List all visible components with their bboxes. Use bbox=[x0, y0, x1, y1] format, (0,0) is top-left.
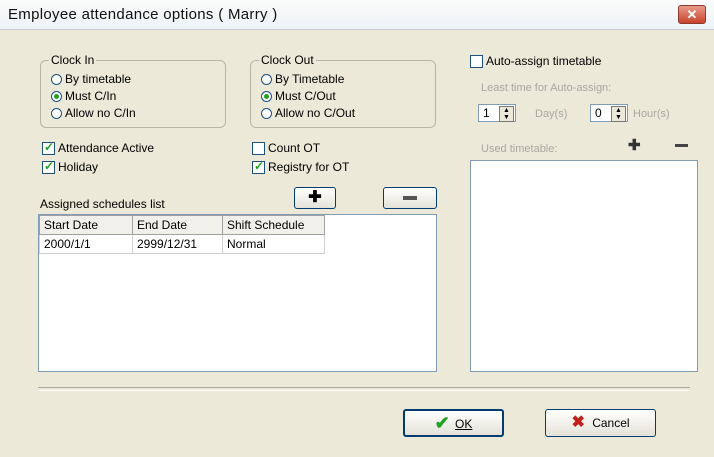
ok-label: OK bbox=[455, 417, 473, 431]
table-cell: 2000/1/1 bbox=[39, 234, 133, 254]
schedules-title: Assigned schedules list bbox=[40, 197, 165, 211]
checkbox-label: Auto-assign timetable bbox=[486, 54, 602, 68]
radio-label: Allow no C/In bbox=[65, 106, 136, 120]
cancel-button[interactable]: ✖ Cancel bbox=[545, 409, 656, 437]
plus-icon[interactable]: ✚ bbox=[628, 136, 641, 154]
checkbox[interactable] bbox=[470, 54, 483, 68]
least-time-label: Least time for Auto-assign: bbox=[481, 82, 612, 94]
hour-unit: Hour(s) bbox=[633, 108, 670, 120]
checkbox-label: Registry for OT bbox=[268, 160, 350, 174]
window-title: Employee attendance options ( Marry ) bbox=[8, 6, 278, 23]
table-header-row: Start Date End Date Shift Schedule bbox=[39, 215, 325, 235]
title-bar: Employee attendance options ( Marry ) ✕ bbox=[0, 0, 714, 30]
table-row[interactable]: 2000/1/1 2999/12/31 Normal bbox=[39, 234, 325, 254]
used-timetable-list[interactable] bbox=[470, 160, 698, 372]
table-cell: Normal bbox=[222, 234, 325, 254]
close-icon: ✕ bbox=[686, 7, 698, 22]
dialog-body: Clock In By timetable Must C/In Allow no… bbox=[0, 30, 714, 457]
hour-spinner[interactable]: 0 ▲ ▼ bbox=[590, 104, 628, 122]
day-unit: Day(s) bbox=[535, 108, 568, 120]
column-header[interactable]: End Date bbox=[132, 215, 223, 235]
checkbox-label: Count OT bbox=[268, 141, 321, 155]
clock-out-must[interactable]: Must C/Out bbox=[261, 88, 336, 104]
ok-button[interactable]: ✔ OK bbox=[403, 409, 504, 437]
x-icon: ✖ bbox=[571, 414, 585, 431]
add-schedule-button[interactable]: ✚ bbox=[294, 187, 336, 209]
clock-out-legend: Clock Out bbox=[259, 53, 316, 67]
checkbox[interactable] bbox=[42, 159, 55, 174]
separator bbox=[38, 387, 690, 391]
used-timetable-label: Used timetable: bbox=[481, 143, 558, 155]
auto-assign-checkbox[interactable]: Auto-assign timetable bbox=[470, 53, 601, 69]
radio-label: By timetable bbox=[65, 72, 132, 86]
minus-icon[interactable] bbox=[675, 144, 688, 147]
radio-button[interactable] bbox=[261, 107, 272, 119]
schedules-table-panel[interactable]: Start Date End Date Shift Schedule 2000/… bbox=[38, 214, 437, 372]
clock-in-allow-no[interactable]: Allow no C/In bbox=[51, 105, 136, 121]
clock-out-allow-no[interactable]: Allow no C/Out bbox=[261, 105, 355, 121]
registry-ot-checkbox[interactable]: Registry for OT bbox=[252, 159, 349, 175]
spinner-arrows-icon[interactable]: ▲ ▼ bbox=[611, 106, 626, 122]
checkbox[interactable] bbox=[42, 140, 55, 155]
day-value: 1 bbox=[483, 106, 490, 120]
clock-out-by-timetable[interactable]: By Timetable bbox=[261, 71, 344, 87]
cancel-label: Cancel bbox=[592, 416, 630, 430]
schedules-table: Start Date End Date Shift Schedule 2000/… bbox=[39, 215, 325, 254]
clock-in-group: Clock In By timetable Must C/In Allow no… bbox=[40, 53, 226, 128]
check-icon: ✔ bbox=[434, 413, 450, 433]
radio-label: Must C/Out bbox=[275, 89, 336, 103]
clock-out-group: Clock Out By Timetable Must C/Out Allow … bbox=[250, 53, 436, 128]
table-cell: 2999/12/31 bbox=[132, 234, 223, 254]
checkbox[interactable] bbox=[252, 141, 265, 155]
radio-button[interactable] bbox=[51, 90, 62, 102]
minus-icon bbox=[403, 196, 417, 200]
day-spinner[interactable]: 1 ▲ ▼ bbox=[478, 104, 516, 122]
spinner-arrows-icon[interactable]: ▲ ▼ bbox=[499, 106, 514, 122]
holiday-checkbox[interactable]: Holiday bbox=[42, 159, 98, 175]
clock-in-must[interactable]: Must C/In bbox=[51, 88, 116, 104]
radio-button[interactable] bbox=[261, 90, 272, 102]
close-button[interactable]: ✕ bbox=[678, 5, 706, 24]
checkbox-label: Attendance Active bbox=[58, 141, 155, 155]
radio-label: Allow no C/Out bbox=[275, 106, 356, 120]
radio-button[interactable] bbox=[51, 107, 62, 119]
plus-icon: ✚ bbox=[308, 189, 322, 206]
radio-button[interactable] bbox=[51, 73, 62, 85]
column-header[interactable]: Start Date bbox=[39, 215, 133, 235]
hour-value: 0 bbox=[595, 106, 602, 120]
remove-schedule-button[interactable] bbox=[383, 187, 437, 209]
count-ot-checkbox[interactable]: Count OT bbox=[252, 140, 320, 156]
attendance-active-checkbox[interactable]: Attendance Active bbox=[42, 140, 154, 156]
checkbox-label: Holiday bbox=[58, 160, 99, 174]
radio-button[interactable] bbox=[261, 73, 272, 85]
clock-in-legend: Clock In bbox=[49, 53, 97, 67]
checkbox[interactable] bbox=[252, 159, 265, 174]
radio-label: By Timetable bbox=[275, 72, 345, 86]
column-header[interactable]: Shift Schedule bbox=[222, 215, 325, 235]
radio-label: Must C/In bbox=[65, 89, 117, 103]
clock-in-by-timetable[interactable]: By timetable bbox=[51, 71, 131, 87]
